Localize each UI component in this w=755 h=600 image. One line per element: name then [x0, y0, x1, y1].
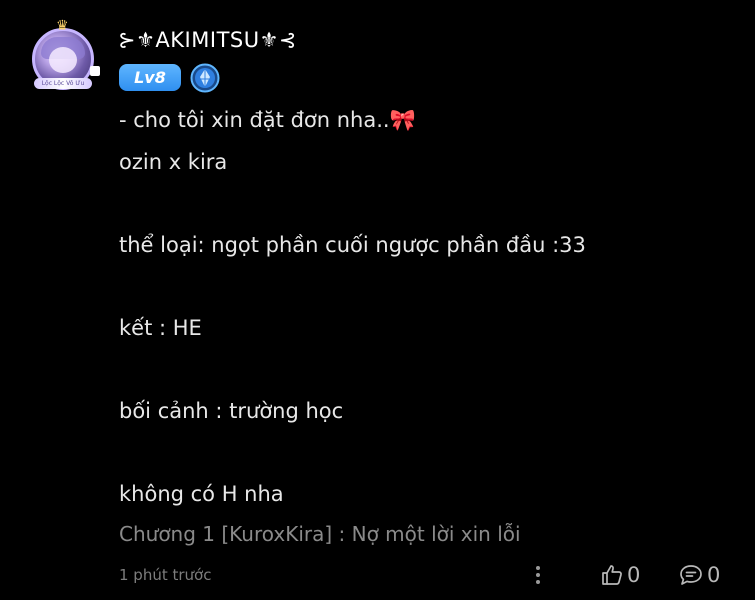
comment-line: bối cảnh : trường học: [119, 399, 344, 423]
level-badge: Lv8: [119, 64, 181, 91]
comment-timestamp: 1 phút trước: [119, 566, 212, 584]
reply-count: 0: [707, 563, 721, 587]
avatar-frame-caption: Lộc Lộc Vô Ưu: [34, 78, 92, 89]
chapter-reference-link[interactable]: Chương 1 [KuroxKira] : Nợ một lời xin lỗ…: [119, 522, 521, 546]
comment-line: kết : HE: [119, 316, 202, 340]
avatar-face: [49, 47, 77, 73]
comment-line: không có H nha: [119, 482, 284, 506]
crystal-badge-icon: [190, 63, 220, 93]
comment-line: ozin x kira: [119, 150, 228, 174]
crown-icon: ♛: [56, 18, 69, 34]
user-avatar[interactable]: ♛ Lộc Lộc Vô Ưu: [28, 18, 102, 98]
username[interactable]: ⊱⚜AKIMITSU⚜⊰: [118, 28, 297, 52]
frame-heart-icon: [90, 66, 100, 76]
comment-line-text: - cho tôi xin đặt đơn nha..: [119, 108, 390, 132]
thumbs-up-icon: [602, 565, 622, 585]
reply-button[interactable]: 0: [678, 561, 720, 589]
more-options-button[interactable]: [528, 562, 548, 588]
ribbon-emoji: 🎀: [389, 108, 416, 132]
comment-line: thể loại: ngọt phần cuối ngược phần đầu …: [119, 233, 586, 257]
comment-line: - cho tôi xin đặt đơn nha..🎀: [119, 108, 416, 133]
like-button[interactable]: 0: [600, 561, 640, 589]
more-vertical-icon: [536, 566, 540, 584]
like-count: 0: [627, 563, 641, 587]
comment-bubble-icon: [680, 565, 702, 585]
